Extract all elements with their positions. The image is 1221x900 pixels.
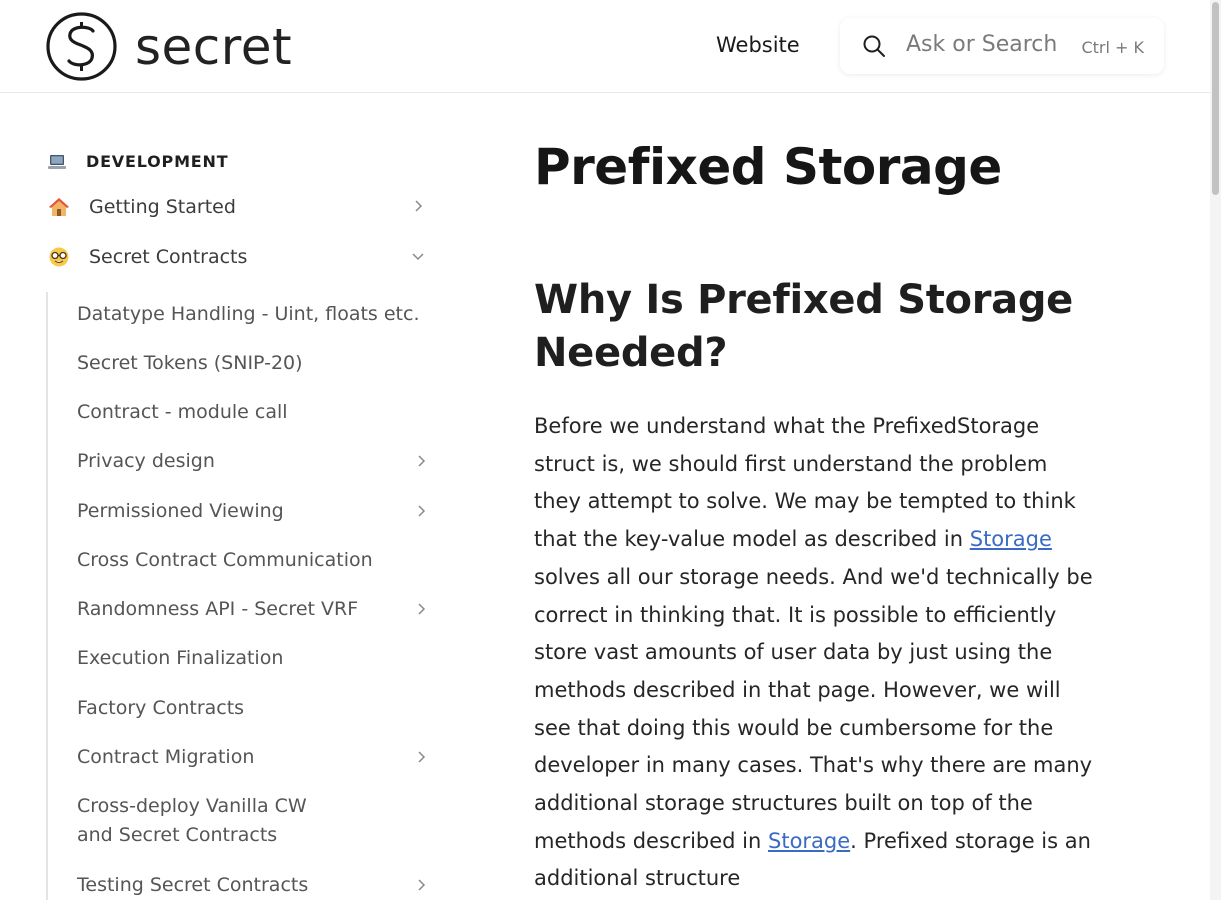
house-icon [49,198,69,216]
chevron-right-icon[interactable] [413,749,429,765]
sidebar-subitem-privacy-design[interactable]: Privacy design [77,447,429,476]
top-header: secret Website Ask or Search Ctrl + K [0,0,1210,93]
scrollbar-thumb[interactable] [1212,2,1219,195]
secret-logo-icon [46,12,117,81]
sidebar-subitem-contract-module-call[interactable]: Contract - module call [77,398,429,427]
chevron-right-icon[interactable] [413,453,429,469]
sidebar-subitem-factory-contracts[interactable]: Factory Contracts [77,694,429,723]
search-placeholder: Ask or Search [906,32,1058,57]
nav-website-link[interactable]: Website [716,33,800,57]
search-box[interactable]: Ask or Search Ctrl + K [840,18,1164,74]
sidebar-subitem-contract-migration[interactable]: Contract Migration [77,743,429,772]
sidebar-item-label: Secret Contracts [89,246,248,268]
sidebar-subitem-cross-deploy[interactable]: Cross-deploy Vanilla CW and Secret Contr… [77,792,429,850]
chevron-down-icon[interactable] [410,248,426,264]
body-paragraph: Before we understand what the PrefixedSt… [534,414,1093,891]
sidebar-subitem-testing-secret-contracts[interactable]: Testing Secret Contracts [77,871,429,900]
sidebar-subitem-randomness-api[interactable]: Randomness API - Secret VRF [77,595,429,624]
sidebar-item-label: Getting Started [89,196,236,218]
sidebar-nav: DEVELOPMENT Getting Started Secret Contr… [0,94,460,900]
storage-link[interactable]: Storage [768,829,850,853]
search-shortcut-hint: Ctrl + K [1081,38,1144,57]
chevron-right-icon[interactable] [413,503,429,519]
sidebar-subitem-cross-contract-communication[interactable]: Cross Contract Communication [77,546,429,575]
sidebar-item-secret-contracts[interactable]: Secret Contracts [48,242,428,272]
brand-name: secret [135,17,293,76]
submenu-guide-line [46,292,48,900]
sidebar-subitem-permissioned-viewing[interactable]: Permissioned Viewing [77,497,429,526]
chevron-right-icon[interactable] [410,198,426,214]
chevron-right-icon[interactable] [413,877,429,893]
sidebar-subitem-execution-finalization[interactable]: Execution Finalization [77,644,429,673]
nerd-face-icon [49,247,69,267]
page-scrollbar[interactable] [1210,0,1221,900]
sidebar-subitem-secret-tokens[interactable]: Secret Tokens (SNIP-20) [77,349,429,378]
chevron-right-icon[interactable] [413,601,429,617]
sidebar-item-getting-started[interactable]: Getting Started [48,192,428,222]
sidebar-subitem-datatype-handling[interactable]: Datatype Handling - Uint, floats etc. [77,300,429,329]
sidebar-section-development: DEVELOPMENT [48,152,228,171]
page-title: Prefixed Storage [534,138,1002,196]
storage-link[interactable]: Storage [970,527,1052,551]
search-icon [863,35,885,57]
sidebar-section-label: DEVELOPMENT [86,152,229,171]
brand-logo[interactable]: secret [46,12,292,81]
section-heading: Why Is Prefixed Storage Needed? [534,277,1073,376]
laptop-icon [48,154,66,169]
